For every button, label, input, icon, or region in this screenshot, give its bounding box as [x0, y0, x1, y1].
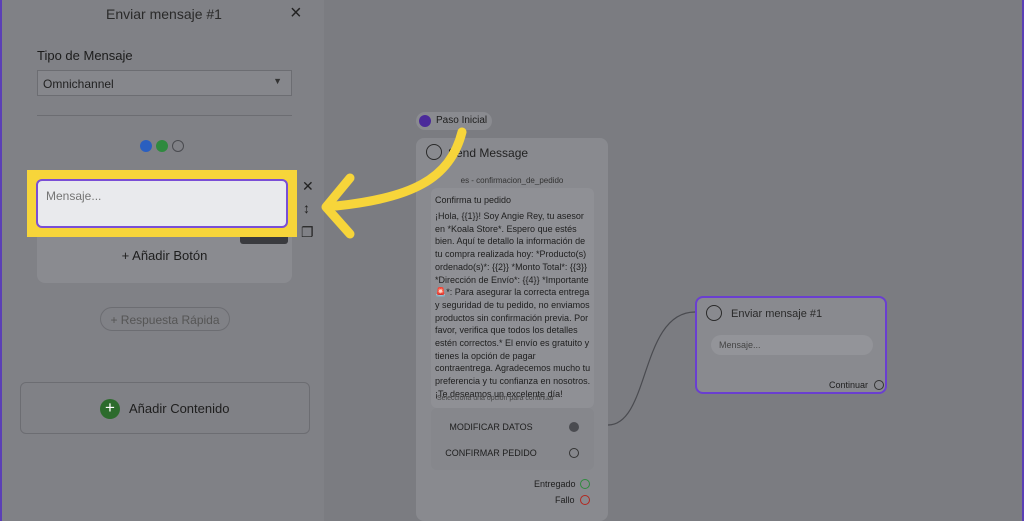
output-handle[interactable] [569, 422, 579, 432]
card-hint: Selecciona una opción para continuar [437, 395, 555, 402]
close-icon[interactable]: × [290, 2, 302, 25]
delete-icon[interactable]: ✕ [302, 178, 314, 195]
message-input[interactable] [36, 179, 288, 228]
divider [37, 115, 292, 116]
messenger-icon [140, 140, 152, 152]
send-message-node-2[interactable]: Enviar mensaje #1 Mensaje... Continuar [695, 296, 887, 394]
card-title: Confirma tu pedido [435, 195, 512, 205]
resize-icon[interactable]: ↕ [303, 200, 310, 216]
channel-icons [140, 140, 184, 152]
output-delivered: Entregado [534, 479, 590, 489]
template-name: es - confirmacion_de_pedido [460, 176, 564, 185]
chevron-down-icon: ▼ [273, 76, 282, 86]
sms-icon [172, 140, 184, 152]
output-failed: Fallo [555, 495, 590, 505]
options-box: MODIFICAR DATOS CONFIRMAR PEDIDO [431, 408, 594, 470]
plus-icon: + [100, 399, 120, 419]
node-title: Send Message [448, 146, 529, 160]
start-step-label: Paso Inicial [436, 115, 488, 126]
template-card: Confirma tu pedido ¡Hola, {{1}}! Soy Ang… [431, 188, 594, 408]
failed-handle[interactable] [580, 495, 590, 505]
output-handle[interactable] [569, 448, 579, 458]
continue-output: Continuar [829, 380, 884, 390]
node2-message-input[interactable]: Mensaje... [711, 335, 873, 355]
continue-handle[interactable] [874, 380, 884, 390]
node-gear-icon [426, 144, 442, 160]
panel-title: Enviar mensaje #1 [106, 6, 222, 22]
node2-title: Enviar mensaje #1 [731, 308, 823, 320]
node-gear-icon [706, 305, 722, 321]
delivered-handle[interactable] [580, 479, 590, 489]
copy-icon[interactable]: ❐ [301, 224, 314, 241]
send-message-node[interactable]: Send Message es - confirmacion_de_pedido… [416, 138, 608, 521]
play-icon [419, 115, 431, 127]
add-content-button[interactable]: + Añadir Contenido [20, 382, 310, 434]
message-type-label: Tipo de Mensaje [37, 48, 133, 63]
add-content-label: Añadir Contenido [129, 401, 230, 416]
add-button[interactable]: + Añadir Botón [37, 248, 292, 263]
quick-reply-button[interactable]: + Respuesta Rápida [100, 307, 230, 331]
whatsapp-icon [156, 140, 168, 152]
start-step-pill[interactable]: Paso Inicial [416, 112, 492, 130]
message-type-select[interactable]: Omnichannel ▼ [37, 70, 292, 96]
card-body: ¡Hola, {{1}}! Soy Angie Rey, tu asesor e… [435, 211, 591, 399]
side-panel: Enviar mensaje #1 × Tipo de Mensaje Omni… [0, 0, 324, 521]
